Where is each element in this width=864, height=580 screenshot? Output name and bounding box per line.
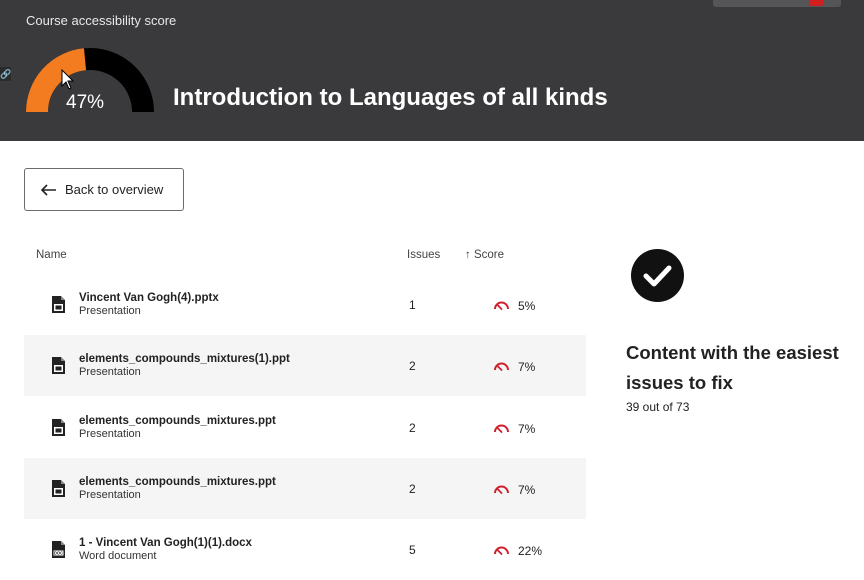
ppt-file-icon [52,357,65,374]
back-to-overview-button[interactable]: Back to overview [24,168,184,211]
file-type: Word document [79,550,157,562]
doc-file-icon: DOC [52,541,65,558]
check-circle-icon [631,249,684,302]
issue-count: 5 [409,543,416,557]
table-row[interactable]: elements_compounds_mixtures(1).ppt Presen… [24,335,586,396]
file-score: 5% [518,299,536,313]
top-right-control[interactable] [713,0,841,7]
table-row[interactable]: elements_compounds_mixtures.ppt Presentat… [24,458,586,519]
ppt-file-icon [52,419,65,436]
column-header-issues[interactable]: Issues [407,249,440,261]
file-name[interactable]: 1 - Vincent Van Gogh(1)(1).docx [79,537,252,549]
course-title: Introduction to Languages of all kinds [173,84,608,111]
back-button-label: Back to overview [65,182,164,197]
score-header-label: Score [473,249,504,261]
file-name[interactable]: elements_compounds_mixtures.ppt [79,415,276,427]
low-score-gauge-icon [494,362,509,371]
file-score: 7% [518,360,536,374]
issue-count: 2 [409,482,416,496]
link-icon[interactable]: 🔗 [0,67,11,81]
file-type: Presentation [79,489,141,501]
issue-count: 1 [409,298,416,312]
issue-count: 2 [409,359,416,373]
svg-text:DOC: DOC [54,551,63,556]
file-score: 7% [518,422,536,436]
file-name[interactable]: elements_compounds_mixtures.ppt [79,476,276,488]
file-type: Presentation [79,366,141,378]
file-name[interactable]: elements_compounds_mixtures(1).ppt [79,353,290,365]
file-score: 7% [518,483,536,497]
ppt-file-icon [52,480,65,497]
column-header-name[interactable]: Name [36,249,67,261]
low-score-gauge-icon [494,301,509,310]
pptx-file-icon [52,296,65,313]
score-label: Course accessibility score [26,13,177,28]
file-type: Presentation [79,428,141,440]
table-row[interactable]: elements_compounds_mixtures.ppt Presentat… [24,397,586,458]
arrow-left-icon [41,183,56,196]
file-name[interactable]: Vincent Van Gogh(4).pptx [79,292,219,304]
side-panel-count: 39 out of 73 [626,400,690,414]
low-score-gauge-icon [494,424,509,433]
arrow-up-icon: ↑ [465,249,471,261]
table-row[interactable]: Vincent Van Gogh(4).pptx Presentation 1 5% [24,274,586,335]
low-score-gauge-icon [494,546,509,555]
course-header: Course accessibility score 47% Introduct… [0,0,864,141]
side-panel-title: Content with the easiest issues to fix [626,342,839,393]
file-score: 22% [518,544,543,558]
mouse-cursor-icon [61,69,75,90]
column-header-score[interactable]: ↑ Score [465,249,504,261]
table-row[interactable]: DOC 1 - Vincent Van Gogh(1)(1).docx Word d… [24,519,586,580]
score-percent: 47% [66,92,105,113]
low-score-gauge-icon [494,485,509,494]
file-type: Presentation [79,305,141,317]
issue-count: 2 [409,421,416,435]
